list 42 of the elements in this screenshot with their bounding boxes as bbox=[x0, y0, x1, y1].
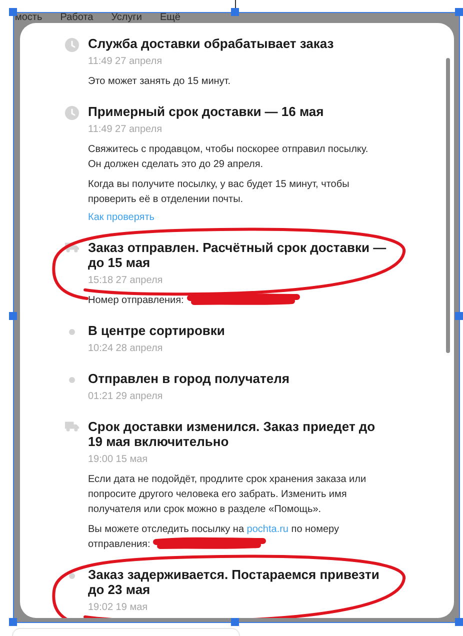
resize-handle[interactable] bbox=[231, 618, 239, 626]
event-title: В центре сортировки bbox=[88, 323, 226, 338]
event-time: 11:49 27 апреля bbox=[88, 55, 162, 69]
nav-item[interactable]: мость bbox=[15, 13, 42, 23]
event-text: Свяжитесь с продавцом, чтобы поскорее отправил посылку. Он должен сделать это до 29 апреля. bbox=[88, 143, 370, 172]
resize-handle[interactable] bbox=[9, 312, 17, 320]
truck-icon bbox=[65, 242, 79, 253]
nav-item[interactable]: Услуги bbox=[111, 13, 142, 23]
dot-icon bbox=[69, 377, 75, 383]
event-time: 19:00 15 мая bbox=[88, 453, 148, 467]
truck-icon bbox=[65, 421, 79, 432]
event-time: 11:49 27 апреля bbox=[88, 123, 162, 137]
event-text: Когда вы получите посылку, у вас будет 15 минут, чтобы проверить её в отделении почты. bbox=[88, 178, 350, 207]
resize-handle[interactable] bbox=[455, 618, 463, 626]
resize-handle[interactable] bbox=[455, 312, 463, 320]
dot-icon bbox=[69, 329, 75, 335]
resize-handle[interactable] bbox=[455, 8, 463, 16]
link[interactable]: pochta.ru bbox=[246, 524, 288, 535]
event-time: 10:24 28 апреля bbox=[88, 342, 163, 356]
event-time: 15:18 27 апреля bbox=[88, 274, 163, 288]
resize-handle[interactable] bbox=[9, 618, 17, 626]
event-title: Примерный срок доставки — 16 мая bbox=[88, 104, 325, 119]
dot-icon bbox=[69, 573, 75, 579]
event-title: Срок доставки изменился. Заказ приедет до 19 мая включительно bbox=[88, 419, 376, 449]
resize-handle[interactable] bbox=[231, 8, 239, 16]
event-time: 01:21 29 апреля bbox=[88, 390, 163, 404]
nav-item[interactable]: Ещё bbox=[160, 13, 180, 23]
event-text: Это может занять до 15 минут. bbox=[88, 75, 232, 89]
clock-icon bbox=[65, 38, 79, 52]
event-title: Заказ отправлен. Расчётный срок доставки — до 15 мая bbox=[88, 240, 388, 270]
clock-icon bbox=[65, 106, 79, 120]
event-title: Служба доставки обрабатывает заказ bbox=[88, 36, 335, 51]
scrollbar-thumb[interactable] bbox=[446, 58, 450, 353]
link[interactable]: Как проверять bbox=[88, 211, 154, 225]
event-text: Вы можете отследить посылку на pochta.ru по номеру отправления: bbox=[88, 523, 340, 552]
nav-item[interactable]: Работа bbox=[60, 13, 94, 23]
event-text: Номер отправления: bbox=[88, 293, 376, 308]
event-title: Заказ задерживается. Постараемся привезти до 23 мая bbox=[88, 567, 380, 597]
resize-handle[interactable] bbox=[9, 8, 17, 16]
event-time: 19:02 19 мая bbox=[88, 601, 148, 615]
event-text: Если дата не подойдёт, продлите срок хранения заказа или попросите другого человека его забрать. Изменить имя получателя или срок можно в разделе «Помощь». bbox=[88, 473, 368, 517]
event-title: Отправлен в город получателя bbox=[88, 371, 290, 386]
